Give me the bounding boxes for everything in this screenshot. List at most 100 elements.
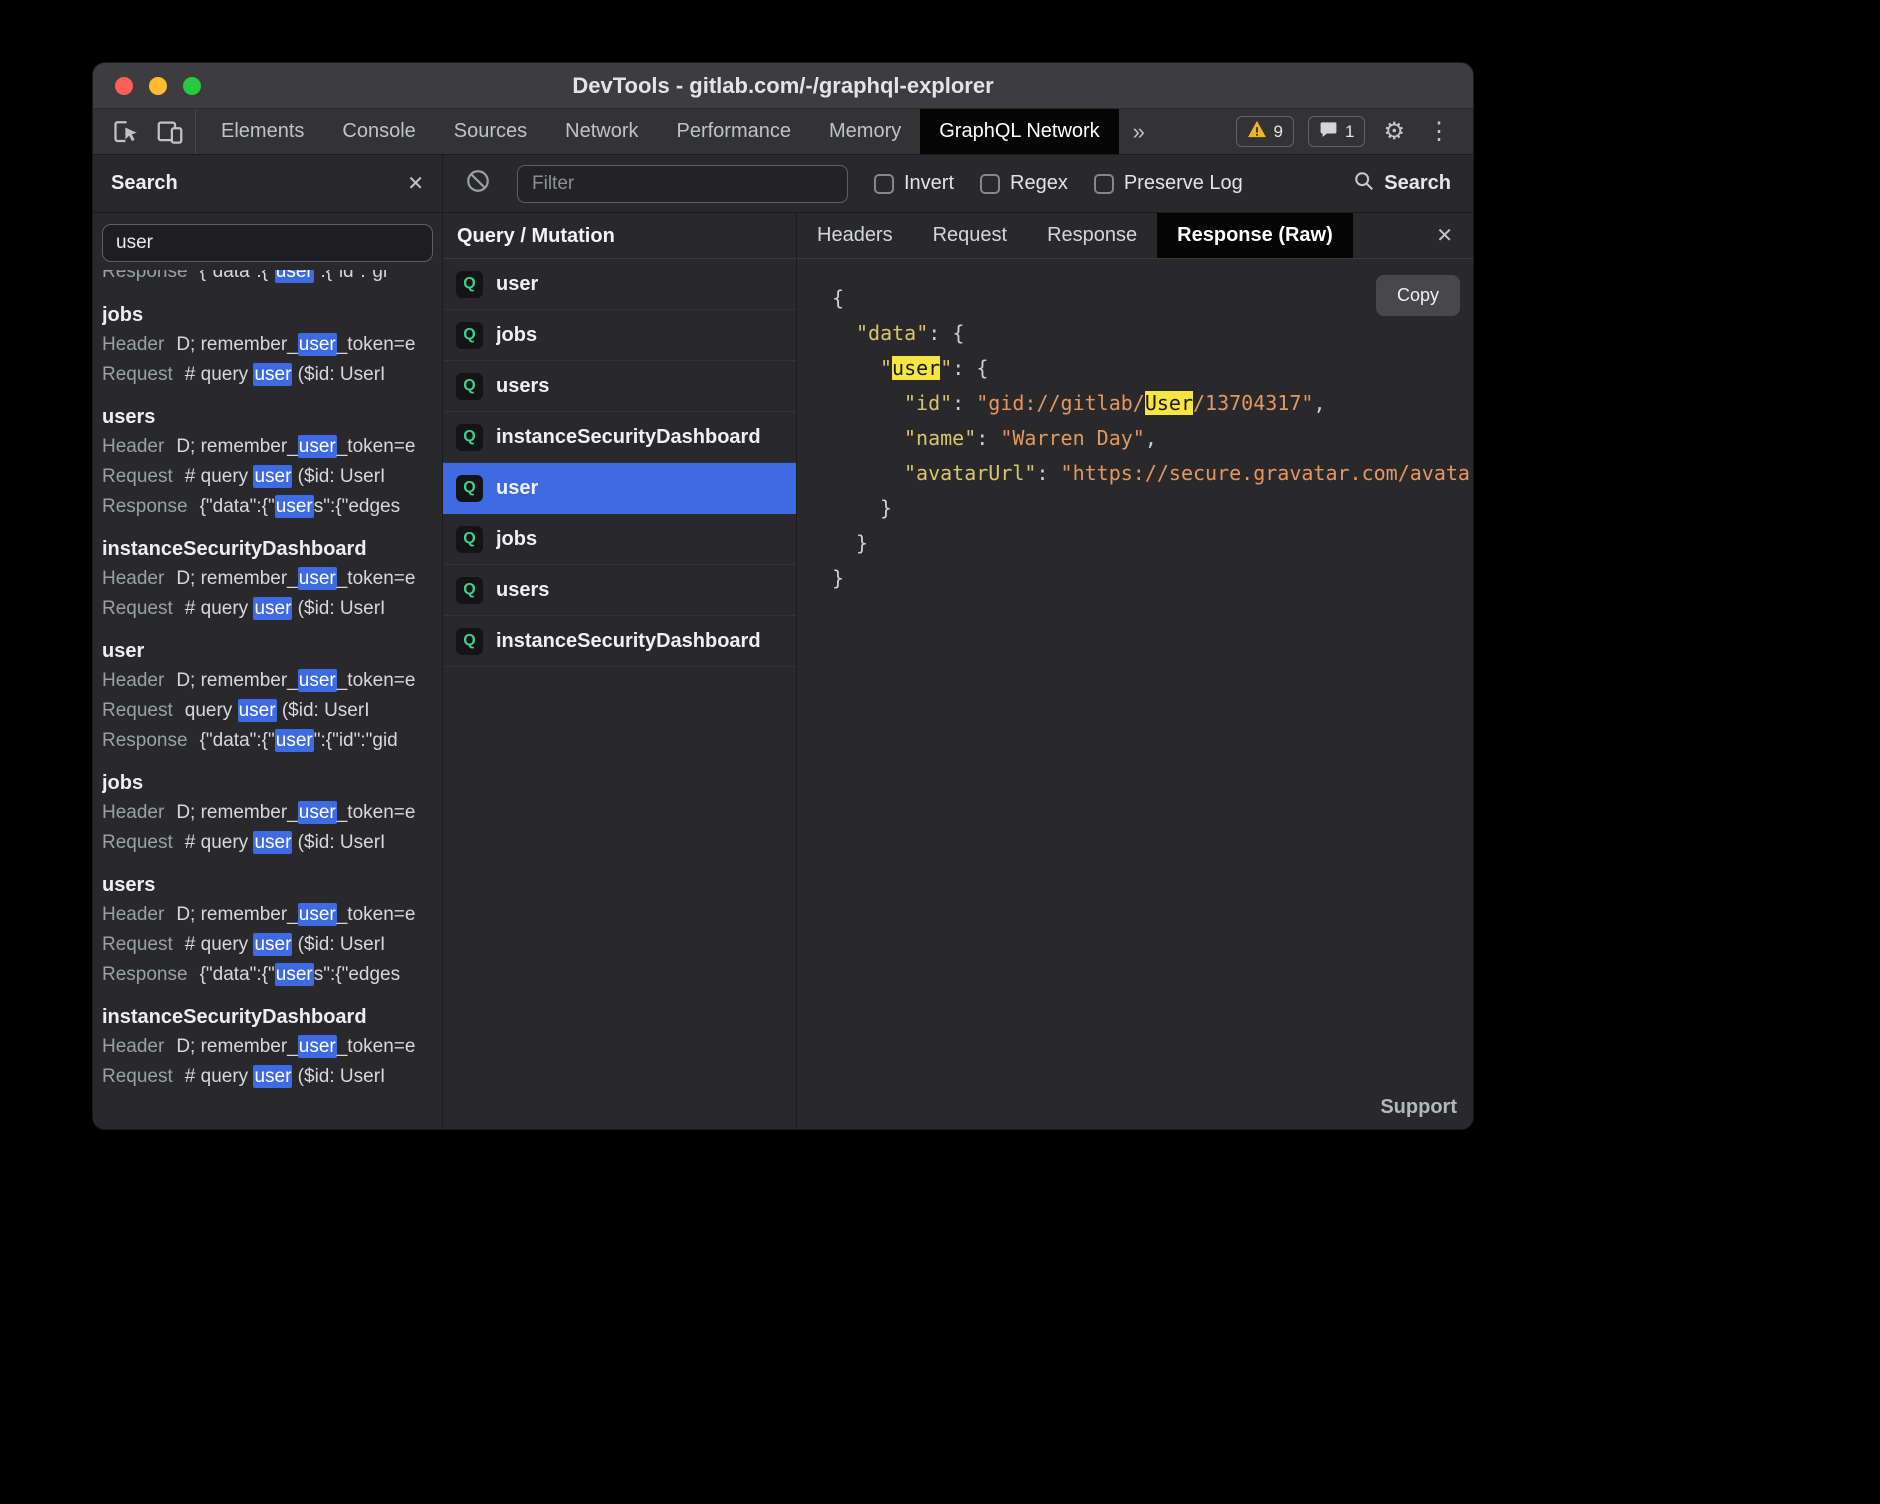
search-result-title[interactable]: user [102,636,436,666]
search-result-line[interactable]: Header D; remember_user_token=e [102,432,436,462]
clear-log-icon[interactable] [465,168,491,199]
toolbar-search-button[interactable]: Search [1353,170,1451,198]
search-result-line[interactable]: Header D; remember_user_token=e [102,900,436,930]
text-segment: { [976,356,988,380]
search-result-line[interactable]: Request# query user ($id: UserI [102,1062,436,1092]
close-response-icon[interactable]: ✕ [1416,213,1473,258]
query-row[interactable]: QinstanceSecurityDashboard [443,616,796,667]
search-result-section: jobsHeaderD; remember_user_token=eReques… [102,300,436,390]
query-panel: Query / Mutation QuserQjobsQusersQinstan… [443,213,797,1129]
search-result-line[interactable]: Request# query user ($id: UserI [102,462,436,492]
search-result-line[interactable]: HeaderD; remember_user_token=e [102,798,436,828]
response-tab-headers[interactable]: Headers [797,213,913,258]
response-tab-request[interactable]: Request [913,213,1028,258]
result-line-label: Request [102,934,173,955]
settings-gear-icon[interactable]: ⚙ [1379,120,1409,144]
devtools-tab-graphql-network[interactable]: GraphQL Network [920,109,1118,154]
search-result-line[interactable]: Request # query user ($id: UserI [102,930,436,960]
query-row[interactable]: Quser [443,463,796,514]
search-highlight: user [275,729,314,752]
minimize-window-button[interactable] [149,77,167,95]
query-row[interactable]: QinstanceSecurityDashboard [443,412,796,463]
checkbox-regex[interactable]: Regex [980,172,1068,195]
zoom-window-button[interactable] [183,77,201,95]
query-row[interactable]: Quser [443,259,796,310]
devtools-tab-memory[interactable]: Memory [810,109,920,154]
search-result-title[interactable]: users [102,870,436,900]
text-segment: ($id: UserI [292,598,385,619]
text-segment: # query [185,466,254,487]
checkbox-label: Invert [904,172,954,195]
search-result-title[interactable]: instanceSecurityDashboard [102,1002,436,1032]
search-result-section: usersHeaderD; remember_user_token=eReque… [102,870,436,990]
warnings-badge[interactable]: 9 [1236,116,1294,147]
devtools-tab-elements[interactable]: Elements [202,109,323,154]
query-row[interactable]: Qusers [443,361,796,412]
text-segment: D; remember_ [176,436,297,457]
inspect-element-icon[interactable] [109,115,143,149]
text-segment: {"data":{" [200,270,275,282]
text-segment: # query [185,832,254,853]
search-result-title[interactable]: instanceSecurityDashboard [102,534,436,564]
text-segment: # query [185,598,254,619]
devtools-tab-network[interactable]: Network [546,109,657,154]
search-highlight: user [298,435,337,458]
result-line-content: # query user ($id: UserI [185,933,386,956]
search-result-line[interactable]: HeaderD; remember_user_token=e [102,330,436,360]
text-segment: "Warren Day" [1000,426,1145,450]
result-line-content: D; remember_user_token=e [176,567,415,590]
close-window-button[interactable] [115,77,133,95]
query-badge: Q [456,271,483,298]
search-result-line[interactable]: HeaderD; remember_user_token=e [102,666,436,696]
devtools-tab-performance[interactable]: Performance [658,109,811,154]
copy-button[interactable]: Copy [1376,275,1460,316]
text-segment: _token=e [337,436,416,457]
text-segment: s":{"edges [314,496,400,517]
search-result-title[interactable]: users [102,402,436,432]
search-input[interactable] [102,224,433,262]
search-result-line[interactable]: Requestquery user ($id: UserI [102,696,436,726]
checkbox-invert[interactable]: Invert [874,172,954,195]
result-line-content: D; remember_user_token=e [176,903,415,926]
search-result-title[interactable]: jobs [102,300,436,330]
text-segment: ":{"id":"gi [314,270,387,282]
query-row[interactable]: Qjobs [443,310,796,361]
kebab-menu-icon[interactable]: ⋮ [1423,120,1455,144]
yellow-highlight: user [892,356,940,380]
search-panel-title: Search [111,172,178,195]
close-search-icon[interactable]: ✕ [407,171,424,196]
result-line-content: D; remember_user_token=e [176,801,415,824]
checkbox-preserve-log[interactable]: Preserve Log [1094,172,1243,195]
query-badge: Q [456,424,483,451]
search-result-line[interactable]: Request# query user ($id: UserI [102,828,436,858]
response-tab-response[interactable]: Response [1027,213,1157,258]
text-segment: ($id: UserI [292,466,385,487]
search-result-line[interactable]: Response{"data":{"user":{"id":"gid [102,726,436,756]
search-result-line[interactable]: Request# query user ($id: UserI [102,360,436,390]
result-line-label: Header [102,436,164,457]
search-result-line[interactable]: Response{"data":{"users":{"edges [102,492,436,522]
device-toolbar-icon[interactable] [153,115,187,149]
search-result-line[interactable]: Response{"data":{"user":{"id":"gi [102,270,436,287]
query-row[interactable]: Qjobs [443,514,796,565]
message-count: 1 [1345,122,1354,142]
search-result-line[interactable]: Request# query user ($id: UserI [102,594,436,624]
result-line-label: Header [102,904,164,925]
devtools-tab-sources[interactable]: Sources [435,109,546,154]
search-result-line[interactable]: HeaderD; remember_user_token=e [102,1032,436,1062]
search-result-line[interactable]: Response{"data":{"users":{"edges [102,960,436,990]
message-bubble-icon [1319,120,1338,144]
search-result-title[interactable]: jobs [102,768,436,798]
query-row[interactable]: Qusers [443,565,796,616]
search-result-line[interactable]: HeaderD; remember_user_token=e [102,564,436,594]
json-line: "avatarUrl": "https://secure.gravatar.co… [832,456,1473,491]
filter-input[interactable] [517,165,848,203]
support-link[interactable]: Support [1380,1096,1457,1119]
query-label: users [496,579,549,602]
more-tabs-button[interactable]: » [1119,109,1159,154]
response-tab-response-raw[interactable]: Response (Raw) [1157,213,1353,258]
messages-badge[interactable]: 1 [1308,116,1365,147]
devtools-tab-console[interactable]: Console [323,109,434,154]
result-line-content: {"data":{"user":{"id":"gid [200,729,398,752]
text-segment: "https://secure.gravatar.com/avatar [1061,461,1473,485]
